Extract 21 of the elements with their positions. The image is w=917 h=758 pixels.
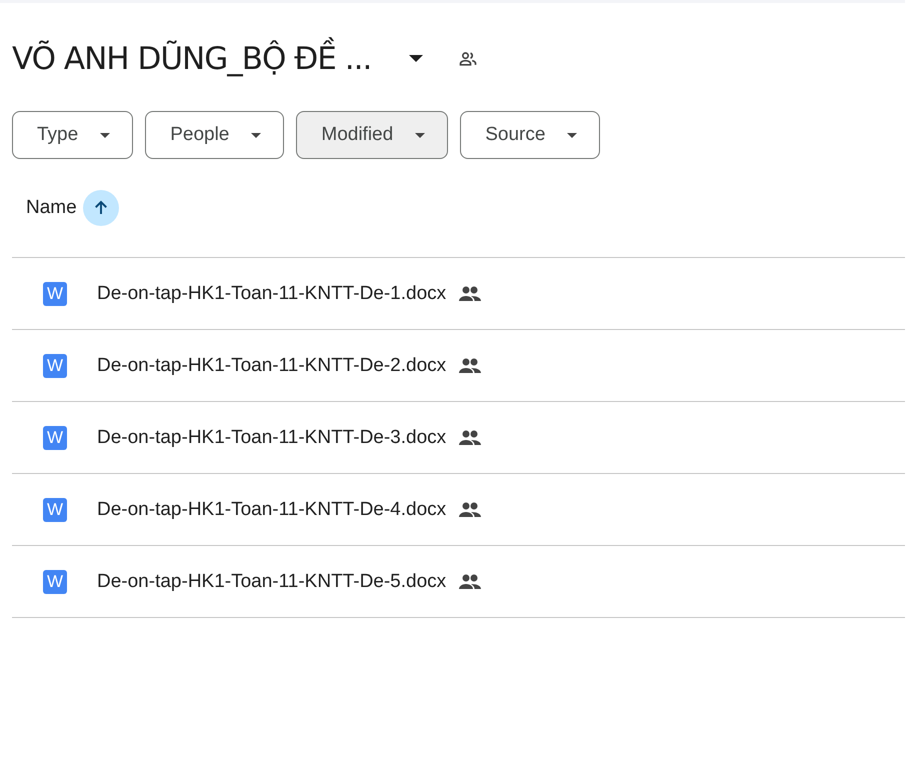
file-name[interactable]: De-on-tap-HK1-Toan-11-KNTT-De-3.docx: [97, 426, 446, 448]
file-name[interactable]: De-on-tap-HK1-Toan-11-KNTT-De-5.docx: [97, 570, 446, 592]
caret-icon: [100, 132, 110, 138]
filter-chip[interactable]: Modified: [296, 111, 448, 159]
column-header[interactable]: Name: [26, 197, 77, 219]
caret-icon: [251, 132, 262, 138]
word-file-icon: W: [43, 498, 67, 522]
word-file-icon: W: [43, 426, 67, 450]
file-name[interactable]: De-on-tap-HK1-Toan-11-KNTT-De-4.docx: [97, 498, 446, 520]
filter-chip[interactable]: People: [145, 111, 284, 159]
file-name[interactable]: De-on-tap-HK1-Toan-11-KNTT-De-2.docx: [97, 354, 446, 376]
word-file-icon: W: [43, 282, 67, 306]
file-name[interactable]: De-on-tap-HK1-Toan-11-KNTT-De-1.docx: [97, 282, 446, 304]
caret-icon: [567, 132, 578, 138]
dropdown-icon: [409, 55, 424, 63]
word-file-icon: W: [43, 354, 67, 378]
sort-button[interactable]: [82, 190, 119, 226]
caret-icon: [415, 132, 426, 138]
filter-chip[interactable]: Type: [12, 111, 134, 159]
filter-chip[interactable]: Source: [460, 111, 600, 159]
word-file-icon: W: [43, 570, 67, 594]
